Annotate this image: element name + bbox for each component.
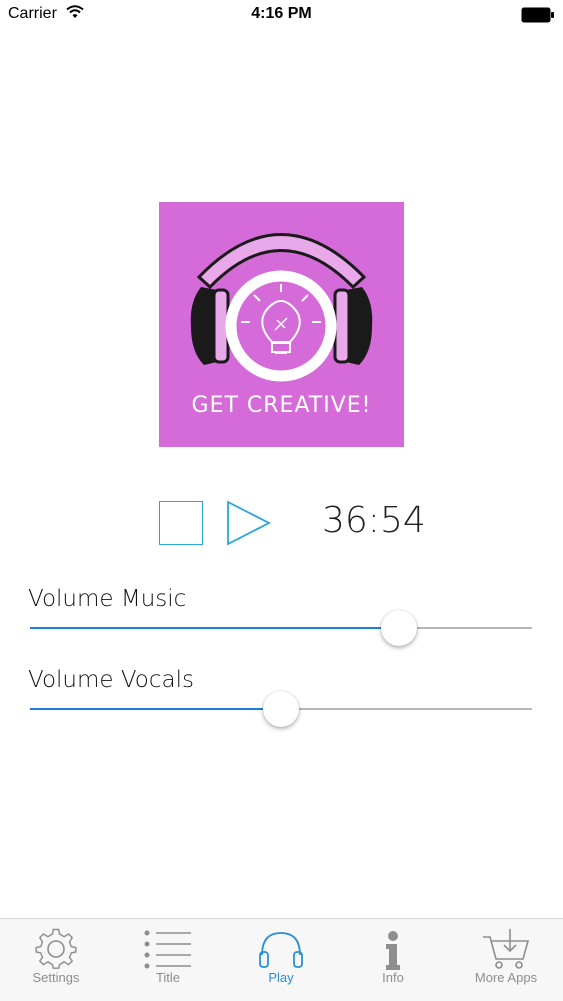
tab-bar: Settings Title Play Info More Apps — [0, 918, 563, 1001]
artwork-title: GET CREATIVE! — [191, 393, 372, 418]
tab-play[interactable]: Play — [225, 919, 337, 1001]
tab-more-apps[interactable]: More Apps — [450, 919, 562, 1001]
play-icon — [227, 500, 271, 546]
slider-thumb[interactable] — [263, 691, 299, 727]
time-remaining: 36:54 — [322, 500, 426, 541]
tab-label: More Apps — [474, 970, 538, 985]
tab-settings[interactable]: Settings — [0, 919, 112, 1001]
volume-vocals-slider[interactable] — [30, 689, 532, 729]
tab-label: Settings — [32, 970, 80, 985]
play-button[interactable] — [225, 499, 273, 547]
slider-fill — [30, 627, 399, 629]
stop-button[interactable] — [159, 501, 203, 545]
tab-info[interactable]: Info — [337, 919, 449, 1001]
list-icon — [143, 925, 193, 971]
tab-title[interactable]: Title — [112, 919, 224, 1001]
battery-icon — [521, 7, 555, 28]
tab-label: Info — [382, 970, 404, 985]
tab-label: Title — [155, 970, 181, 985]
status-bar: Carrier 4:16 PM — [0, 0, 563, 30]
slider-thumb[interactable] — [380, 610, 417, 646]
headphones-icon — [256, 925, 306, 971]
slider-fill — [30, 708, 281, 710]
volume-music-slider[interactable] — [30, 608, 532, 648]
gear-icon — [31, 925, 81, 971]
clock: 4:16 PM — [251, 5, 312, 22]
cart-icon — [481, 925, 531, 971]
info-icon — [368, 925, 418, 971]
album-artwork: GET CREATIVE! — [159, 202, 404, 447]
tab-label: Play — [268, 970, 294, 985]
